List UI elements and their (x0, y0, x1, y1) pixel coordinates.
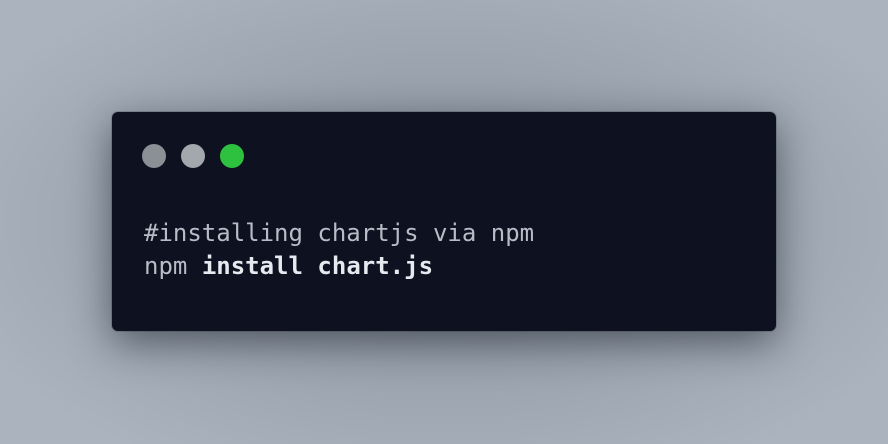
code-block: #installing chartjs via npm npm install c… (144, 217, 534, 283)
minimize-dot-icon[interactable] (181, 144, 205, 168)
terminal-window: #installing chartjs via npm npm install c… (112, 112, 776, 331)
window-controls (142, 144, 244, 168)
command-install: install (201, 252, 303, 280)
close-dot-icon[interactable] (142, 144, 166, 168)
command-package: chart.js (317, 252, 434, 280)
command-npm: npm (144, 252, 188, 280)
maximize-dot-icon[interactable] (220, 144, 244, 168)
code-comment-line: #installing chartjs via npm (144, 219, 535, 247)
code-command-line: npm install chart.js (144, 250, 534, 283)
